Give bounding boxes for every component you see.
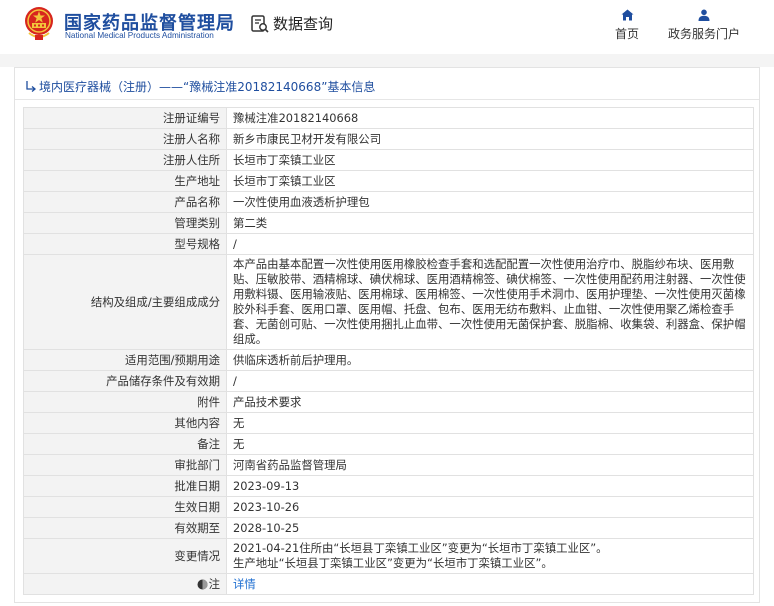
- change-line: 2021-04-21住所由“长垣县丁栾镇工业区”变更为“长垣市丁栾镇工业区”。: [233, 541, 608, 555]
- field-label: 有效期至: [23, 517, 227, 539]
- table-row: 注册人住所 长垣市丁栾镇工业区: [23, 149, 754, 171]
- table-row: 批准日期 2023-09-13: [23, 475, 754, 497]
- table-row: 注册证编号 豫械注准20182140668: [23, 107, 754, 129]
- field-label: 结构及组成/主要组成成分: [23, 254, 227, 350]
- site-header: 国家药品监督管理局 National Medical Products Admi…: [0, 0, 774, 54]
- field-value: 2021-04-21住所由“长垣县丁栾镇工业区”变更为“长垣市丁栾镇工业区”。 …: [226, 538, 754, 574]
- field-label: 附件: [23, 391, 227, 413]
- field-label: 其他内容: [23, 412, 227, 434]
- field-value: 长垣市丁栾镇工业区: [226, 149, 754, 171]
- detail-panel: 境内医疗器械（注册）——“豫械注准20182140668”基本信息 注册证编号 …: [14, 67, 760, 603]
- table-row: 适用范围/预期用途 供临床透析前后护理用。: [23, 349, 754, 371]
- field-label: 适用范围/预期用途: [23, 349, 227, 371]
- field-label: 审批部门: [23, 454, 227, 476]
- nav-home-label: 首页: [614, 27, 639, 41]
- field-value: /: [226, 233, 754, 255]
- info-icon: [197, 579, 208, 589]
- table-row: 注册人名称 新乡市康民卫材开发有限公司: [23, 128, 754, 150]
- data-query-label: 数据查询: [273, 15, 334, 33]
- field-label: 变更情况: [23, 538, 227, 574]
- field-label: 生效日期: [23, 496, 227, 518]
- breadcrumb: 境内医疗器械（注册）——“豫械注准20182140668”基本信息: [15, 76, 759, 96]
- field-value: 豫械注准20182140668: [226, 107, 754, 129]
- field-label: 备注: [23, 433, 227, 455]
- breadcrumb-arrow-icon: [26, 81, 37, 92]
- field-value: 产品技术要求: [226, 391, 754, 413]
- breadcrumb-divider: [15, 99, 759, 100]
- field-value: 详情: [226, 573, 754, 595]
- field-value: /: [226, 370, 754, 392]
- field-value: 河南省药品监督管理局: [226, 454, 754, 476]
- field-value: 供临床透析前后护理用。: [226, 349, 754, 371]
- table-row: 备注 无: [23, 433, 754, 455]
- note-label: 注: [208, 576, 220, 591]
- field-label: 生产地址: [23, 170, 227, 192]
- home-icon: [621, 9, 633, 21]
- data-query-title: 数据查询: [250, 13, 333, 34]
- field-value: 本产品由基本配置一次性使用医用橡胶检查手套和选配配置一次性使用治疗巾、脱脂纱布块…: [226, 254, 754, 350]
- table-row: 生效日期 2023-10-26: [23, 496, 754, 518]
- site-title-en: National Medical Products Administration: [65, 31, 214, 40]
- field-label: 型号规格: [23, 233, 227, 255]
- table-row: 变更情况 2021-04-21住所由“长垣县丁栾镇工业区”变更为“长垣市丁栾镇工…: [23, 538, 754, 574]
- field-label: 批准日期: [23, 475, 227, 497]
- national-emblem-icon[interactable]: [23, 5, 55, 41]
- table-row: 其他内容 无: [23, 412, 754, 434]
- nav-gov-service-label: 政务服务门户: [667, 27, 740, 41]
- field-label: 注册人名称: [23, 128, 227, 150]
- field-value: 2023-09-13: [226, 475, 754, 497]
- registration-info-table: 注册证编号 豫械注准20182140668 注册人名称 新乡市康民卫材开发有限公…: [23, 107, 754, 595]
- field-value: 无: [226, 412, 754, 434]
- field-value: 一次性使用血液透析护理包: [226, 191, 754, 213]
- table-row: 审批部门 河南省药品监督管理局: [23, 454, 754, 476]
- field-label: 产品名称: [23, 191, 227, 213]
- table-row: 附件 产品技术要求: [23, 391, 754, 413]
- field-value: 第二类: [226, 212, 754, 234]
- field-label: 产品储存条件及有效期: [23, 370, 227, 392]
- field-label: 注册人住所: [23, 149, 227, 171]
- table-row: 产品名称 一次性使用血液透析护理包: [23, 191, 754, 213]
- change-line: 生产地址“长垣县丁栾镇工业区”变更为“长垣市丁栾镇工业区”。: [233, 556, 553, 570]
- table-row: 有效期至 2028-10-25: [23, 517, 754, 539]
- field-value: 2028-10-25: [226, 517, 754, 539]
- table-row: 产品储存条件及有效期 /: [23, 370, 754, 392]
- field-value: 无: [226, 433, 754, 455]
- field-label: 注: [23, 573, 227, 595]
- table-row: 注 详情: [23, 573, 754, 595]
- table-row: 生产地址 长垣市丁栾镇工业区: [23, 170, 754, 192]
- field-value: 新乡市康民卫材开发有限公司: [226, 128, 754, 150]
- table-row: 结构及组成/主要组成成分 本产品由基本配置一次性使用医用橡胶检查手套和选配配置一…: [23, 254, 754, 350]
- field-label: 管理类别: [23, 212, 227, 234]
- header-divider: [0, 54, 774, 67]
- nav-home[interactable]: 首页: [611, 9, 643, 42]
- data-search-icon: [251, 14, 269, 33]
- table-row: 型号规格 /: [23, 233, 754, 255]
- details-link[interactable]: 详情: [233, 577, 256, 591]
- nav-gov-service[interactable]: 政务服务门户: [664, 9, 744, 42]
- user-icon: [698, 9, 710, 21]
- field-label: 注册证编号: [23, 107, 227, 129]
- table-row: 管理类别 第二类: [23, 212, 754, 234]
- breadcrumb-text: 境内医疗器械（注册）——“豫械注准20182140668”基本信息: [39, 79, 376, 94]
- field-value: 2023-10-26: [226, 496, 754, 518]
- field-value: 长垣市丁栾镇工业区: [226, 170, 754, 192]
